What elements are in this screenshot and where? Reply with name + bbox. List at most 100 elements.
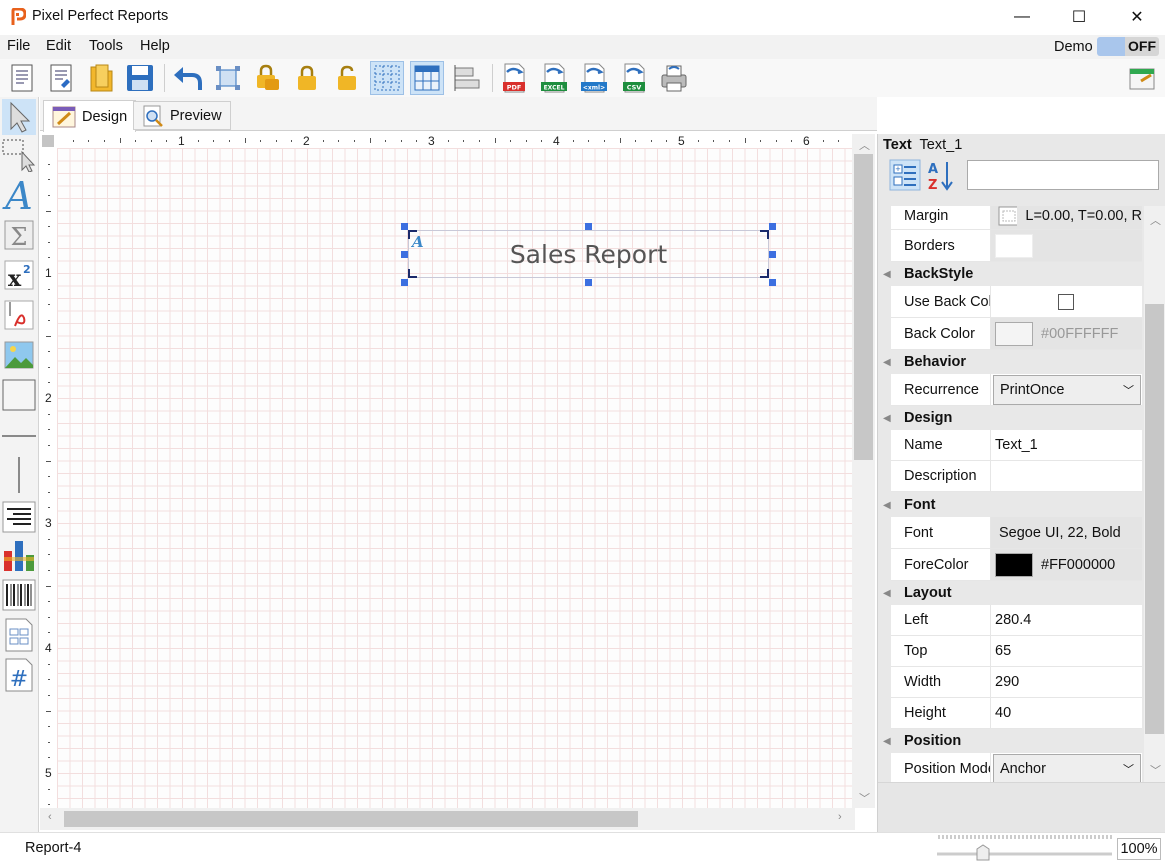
tab-design[interactable]: Design [43, 100, 137, 132]
vertical-line-tool[interactable] [2, 457, 36, 493]
canvas-horizontal-scrollbar[interactable]: ‹ › [40, 808, 855, 830]
property-row-margin[interactable]: Margin L=0.00, T=0.00, R [891, 206, 1142, 230]
tab-preview[interactable]: Preview [133, 101, 231, 130]
save-button[interactable] [123, 61, 157, 95]
menu-tools[interactable]: Tools [89, 38, 123, 54]
category-position[interactable]: ◀ Position [878, 729, 1144, 753]
scroll-left-icon[interactable]: ‹ [48, 811, 52, 823]
property-search-input[interactable] [967, 160, 1159, 190]
horizontal-line-tool[interactable] [2, 417, 36, 453]
export-xml-button[interactable]: <xml> [577, 61, 611, 95]
new-report-button[interactable] [5, 61, 39, 95]
scroll-down-icon[interactable]: ﹀ [859, 790, 870, 806]
export-csv-button[interactable]: CSV [617, 61, 651, 95]
menu-help[interactable]: Help [140, 38, 170, 54]
select-area-tool[interactable] [2, 137, 36, 173]
resize-handle-sw[interactable] [401, 279, 408, 286]
report-canvas[interactable]: Sales Report A [57, 148, 852, 808]
close-report-button[interactable] [1125, 61, 1159, 95]
scroll-up-icon[interactable]: ︿ [1150, 212, 1161, 228]
canvas-vertical-scrollbar[interactable]: ︿ ﹀ [852, 134, 875, 808]
property-value[interactable] [991, 286, 1142, 317]
lock-all-button[interactable] [250, 61, 284, 95]
export-excel-button[interactable]: EXCEL [537, 61, 571, 95]
text-tool[interactable]: A [2, 177, 36, 213]
page-number-tool[interactable]: # [2, 657, 36, 693]
resize-handle-n[interactable] [585, 223, 592, 230]
subreport-tool[interactable] [2, 617, 36, 653]
property-row-borders[interactable]: Borders [891, 230, 1142, 262]
property-row-use-back-color[interactable]: Use Back Color [891, 286, 1142, 318]
property-row-description[interactable]: Description [891, 461, 1142, 492]
print-button[interactable] [657, 61, 691, 95]
report-text-element[interactable]: Sales Report A [408, 230, 769, 278]
property-value[interactable]: L=0.00, T=0.00, R [991, 206, 1142, 229]
close-button[interactable]: ✕ [1108, 0, 1165, 34]
property-row-font[interactable]: Font Segoe UI, 22, Bold [891, 517, 1142, 549]
property-row-height[interactable]: Height 40 [891, 698, 1142, 729]
categorized-icon[interactable]: + [889, 159, 921, 191]
resize-handle-e[interactable] [769, 251, 776, 258]
menu-edit[interactable]: Edit [46, 38, 71, 54]
property-value[interactable]: Text_1 [991, 430, 1142, 460]
property-value[interactable]: 40 [991, 698, 1142, 728]
resize-handle-ne[interactable] [769, 223, 776, 230]
show-grid-button[interactable] [370, 61, 404, 95]
scroll-right-icon[interactable]: › [838, 811, 842, 823]
use-back-color-checkbox[interactable] [1058, 293, 1074, 310]
zoom-value[interactable]: 100% [1117, 838, 1161, 860]
category-font[interactable]: ◀ Font [878, 493, 1144, 517]
unlock-button[interactable] [330, 61, 364, 95]
rich-text-tool[interactable] [2, 499, 36, 535]
property-value[interactable]: 65 [991, 636, 1142, 666]
pdf-field-tool[interactable] [2, 297, 36, 333]
properties-scroll-thumb[interactable] [1145, 304, 1164, 734]
canvas-vscroll-thumb[interactable] [854, 154, 873, 460]
report-wizard-button[interactable] [44, 61, 78, 95]
fit-selection-button[interactable] [211, 61, 245, 95]
resize-handle-se[interactable] [769, 279, 776, 286]
barcode-tool[interactable] [2, 577, 36, 613]
minimize-button[interactable]: — [993, 0, 1051, 34]
resize-handle-s[interactable] [585, 279, 592, 286]
property-value[interactable] [991, 230, 1142, 261]
zoom-slider-thumb[interactable] [976, 844, 990, 861]
property-value[interactable] [991, 461, 1142, 491]
recurrence-dropdown[interactable]: PrintOnce ﹀ [993, 374, 1141, 405]
zoom-slider[interactable] [937, 833, 1112, 861]
property-value[interactable]: 280.4 [991, 605, 1142, 635]
demo-toggle[interactable]: OFF [1097, 37, 1159, 56]
menu-file[interactable]: File [7, 38, 30, 54]
property-row-top[interactable]: Top 65 [891, 636, 1142, 667]
scroll-down-icon[interactable]: ﹀ [1150, 762, 1161, 778]
property-row-width[interactable]: Width 290 [891, 667, 1142, 698]
maximize-button[interactable]: ☐ [1050, 0, 1108, 34]
property-row-name[interactable]: Name Text_1 [891, 430, 1142, 461]
property-value[interactable]: 290 [991, 667, 1142, 697]
summary-tool[interactable]: Σ [2, 217, 36, 253]
properties-scrollbar[interactable]: ︿ ﹀ [1144, 206, 1165, 782]
resize-handle-w[interactable] [401, 251, 408, 258]
property-row-back-color[interactable]: Back Color #00FFFFFF [891, 318, 1142, 350]
property-value[interactable]: #FF000000 [991, 549, 1142, 580]
undo-button[interactable] [170, 61, 204, 95]
image-tool[interactable] [2, 337, 36, 373]
category-behavior[interactable]: ◀ Behavior [878, 350, 1144, 374]
property-value[interactable]: Anchor ﹀ [991, 753, 1142, 782]
property-value[interactable]: Segoe UI, 22, Bold [991, 517, 1142, 548]
lock-button[interactable] [290, 61, 324, 95]
export-pdf-button[interactable]: PDF [497, 61, 531, 95]
category-design[interactable]: ◀ Design [878, 406, 1144, 430]
sort-az-icon[interactable]: AZ [925, 159, 955, 191]
scroll-up-icon[interactable]: ︿ [859, 137, 870, 153]
property-value[interactable]: #00FFFFFF [991, 318, 1142, 349]
canvas-hscroll-thumb[interactable] [64, 811, 638, 827]
chart-tool[interactable] [2, 537, 36, 573]
snap-to-grid-button[interactable] [410, 61, 444, 95]
open-button[interactable] [84, 61, 118, 95]
property-row-left[interactable]: Left 280.4 [891, 605, 1142, 636]
property-row-position-mode[interactable]: Position Mode Anchor ﹀ [891, 753, 1142, 782]
pointer-tool[interactable] [2, 99, 36, 135]
property-row-forecolor[interactable]: ForeColor #FF000000 [891, 549, 1142, 581]
category-layout[interactable]: ◀ Layout [878, 581, 1144, 605]
